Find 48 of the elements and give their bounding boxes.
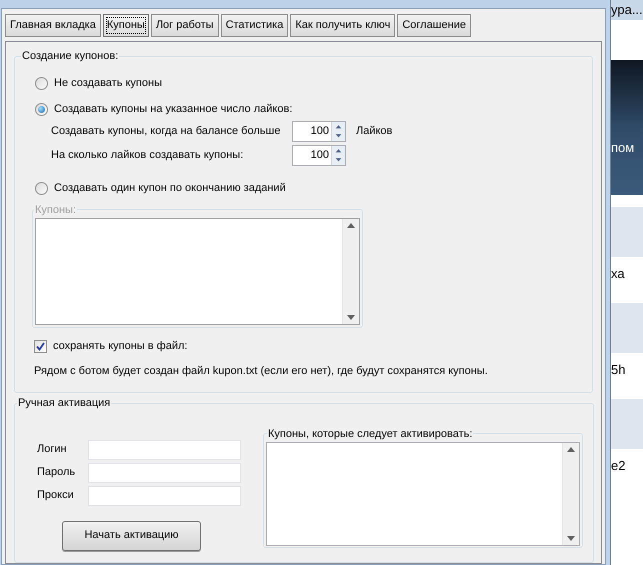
tab[interactable]: Лог работы: [150, 14, 219, 37]
checkmark-icon: [36, 342, 45, 351]
radio-label[interactable]: Создавать купоны на указанное число лайков:: [54, 101, 292, 118]
scroll-down-icon[interactable]: [567, 536, 575, 541]
coupons-text-area[interactable]: [35, 218, 360, 325]
number-spinner[interactable]: 100: [292, 144, 346, 166]
number-spinner[interactable]: 100: [292, 120, 346, 142]
tab[interactable]: Соглашение: [397, 14, 471, 37]
radio-button[interactable]: [35, 182, 48, 195]
start-activation-button[interactable]: Начать активацию: [62, 520, 201, 550]
balance-label: Создавать купоны, когда на балансе больше: [51, 124, 282, 139]
tab[interactable]: Главная вкладка: [5, 14, 101, 37]
field-label: Пароль: [37, 465, 76, 480]
text-field[interactable]: [88, 440, 241, 460]
unit-label: Лайков: [356, 124, 392, 139]
radio-label[interactable]: Не создавать купоны: [54, 75, 162, 92]
group-title: Купоны, которые следует активировать:: [267, 426, 474, 442]
window-title: ура...: [611, 1, 643, 20]
group-title: Купоны:: [34, 202, 78, 218]
amount-label: На сколько лайков создавать купоны:: [51, 148, 244, 163]
spin-down-icon[interactable]: [332, 131, 345, 140]
spin-down-icon[interactable]: [332, 155, 345, 164]
banner-text: пом: [611, 138, 634, 157]
note-text: Рядом с ботом будет создан файл kupon.txt (если его нет), где будут сохранятся купоны.: [34, 364, 489, 378]
captcha-text: е2: [611, 457, 626, 475]
radio-label[interactable]: Создавать один купон по окончанию заданий: [54, 180, 286, 197]
text-field[interactable]: [88, 486, 241, 506]
captcha-text: ха: [611, 265, 626, 283]
scrollbar[interactable]: [342, 219, 359, 324]
spin-up-icon[interactable]: [332, 122, 345, 131]
scroll-up-icon[interactable]: [347, 223, 355, 228]
checkbox-label[interactable]: сохранять купоны в файл:: [53, 338, 188, 354]
radio-button[interactable]: [35, 103, 48, 116]
spin-up-icon[interactable]: [332, 146, 345, 155]
radio-button[interactable]: [35, 77, 48, 90]
captcha-text: 5h: [611, 361, 626, 379]
scroll-down-icon[interactable]: [347, 315, 355, 320]
group-title: Создание купонов:: [21, 49, 120, 64]
tab[interactable]: Купоны: [102, 14, 149, 37]
field-label: Логин: [37, 442, 68, 458]
text-field[interactable]: [88, 462, 241, 482]
tab[interactable]: Как получить ключ: [290, 14, 396, 37]
field-label: Прокси: [37, 488, 75, 504]
group-title: Ручная активация: [17, 396, 112, 411]
scrollbar[interactable]: [562, 443, 579, 545]
scroll-up-icon[interactable]: [567, 447, 575, 452]
checkbox[interactable]: [34, 340, 47, 353]
tab[interactable]: Статистика: [220, 14, 288, 37]
